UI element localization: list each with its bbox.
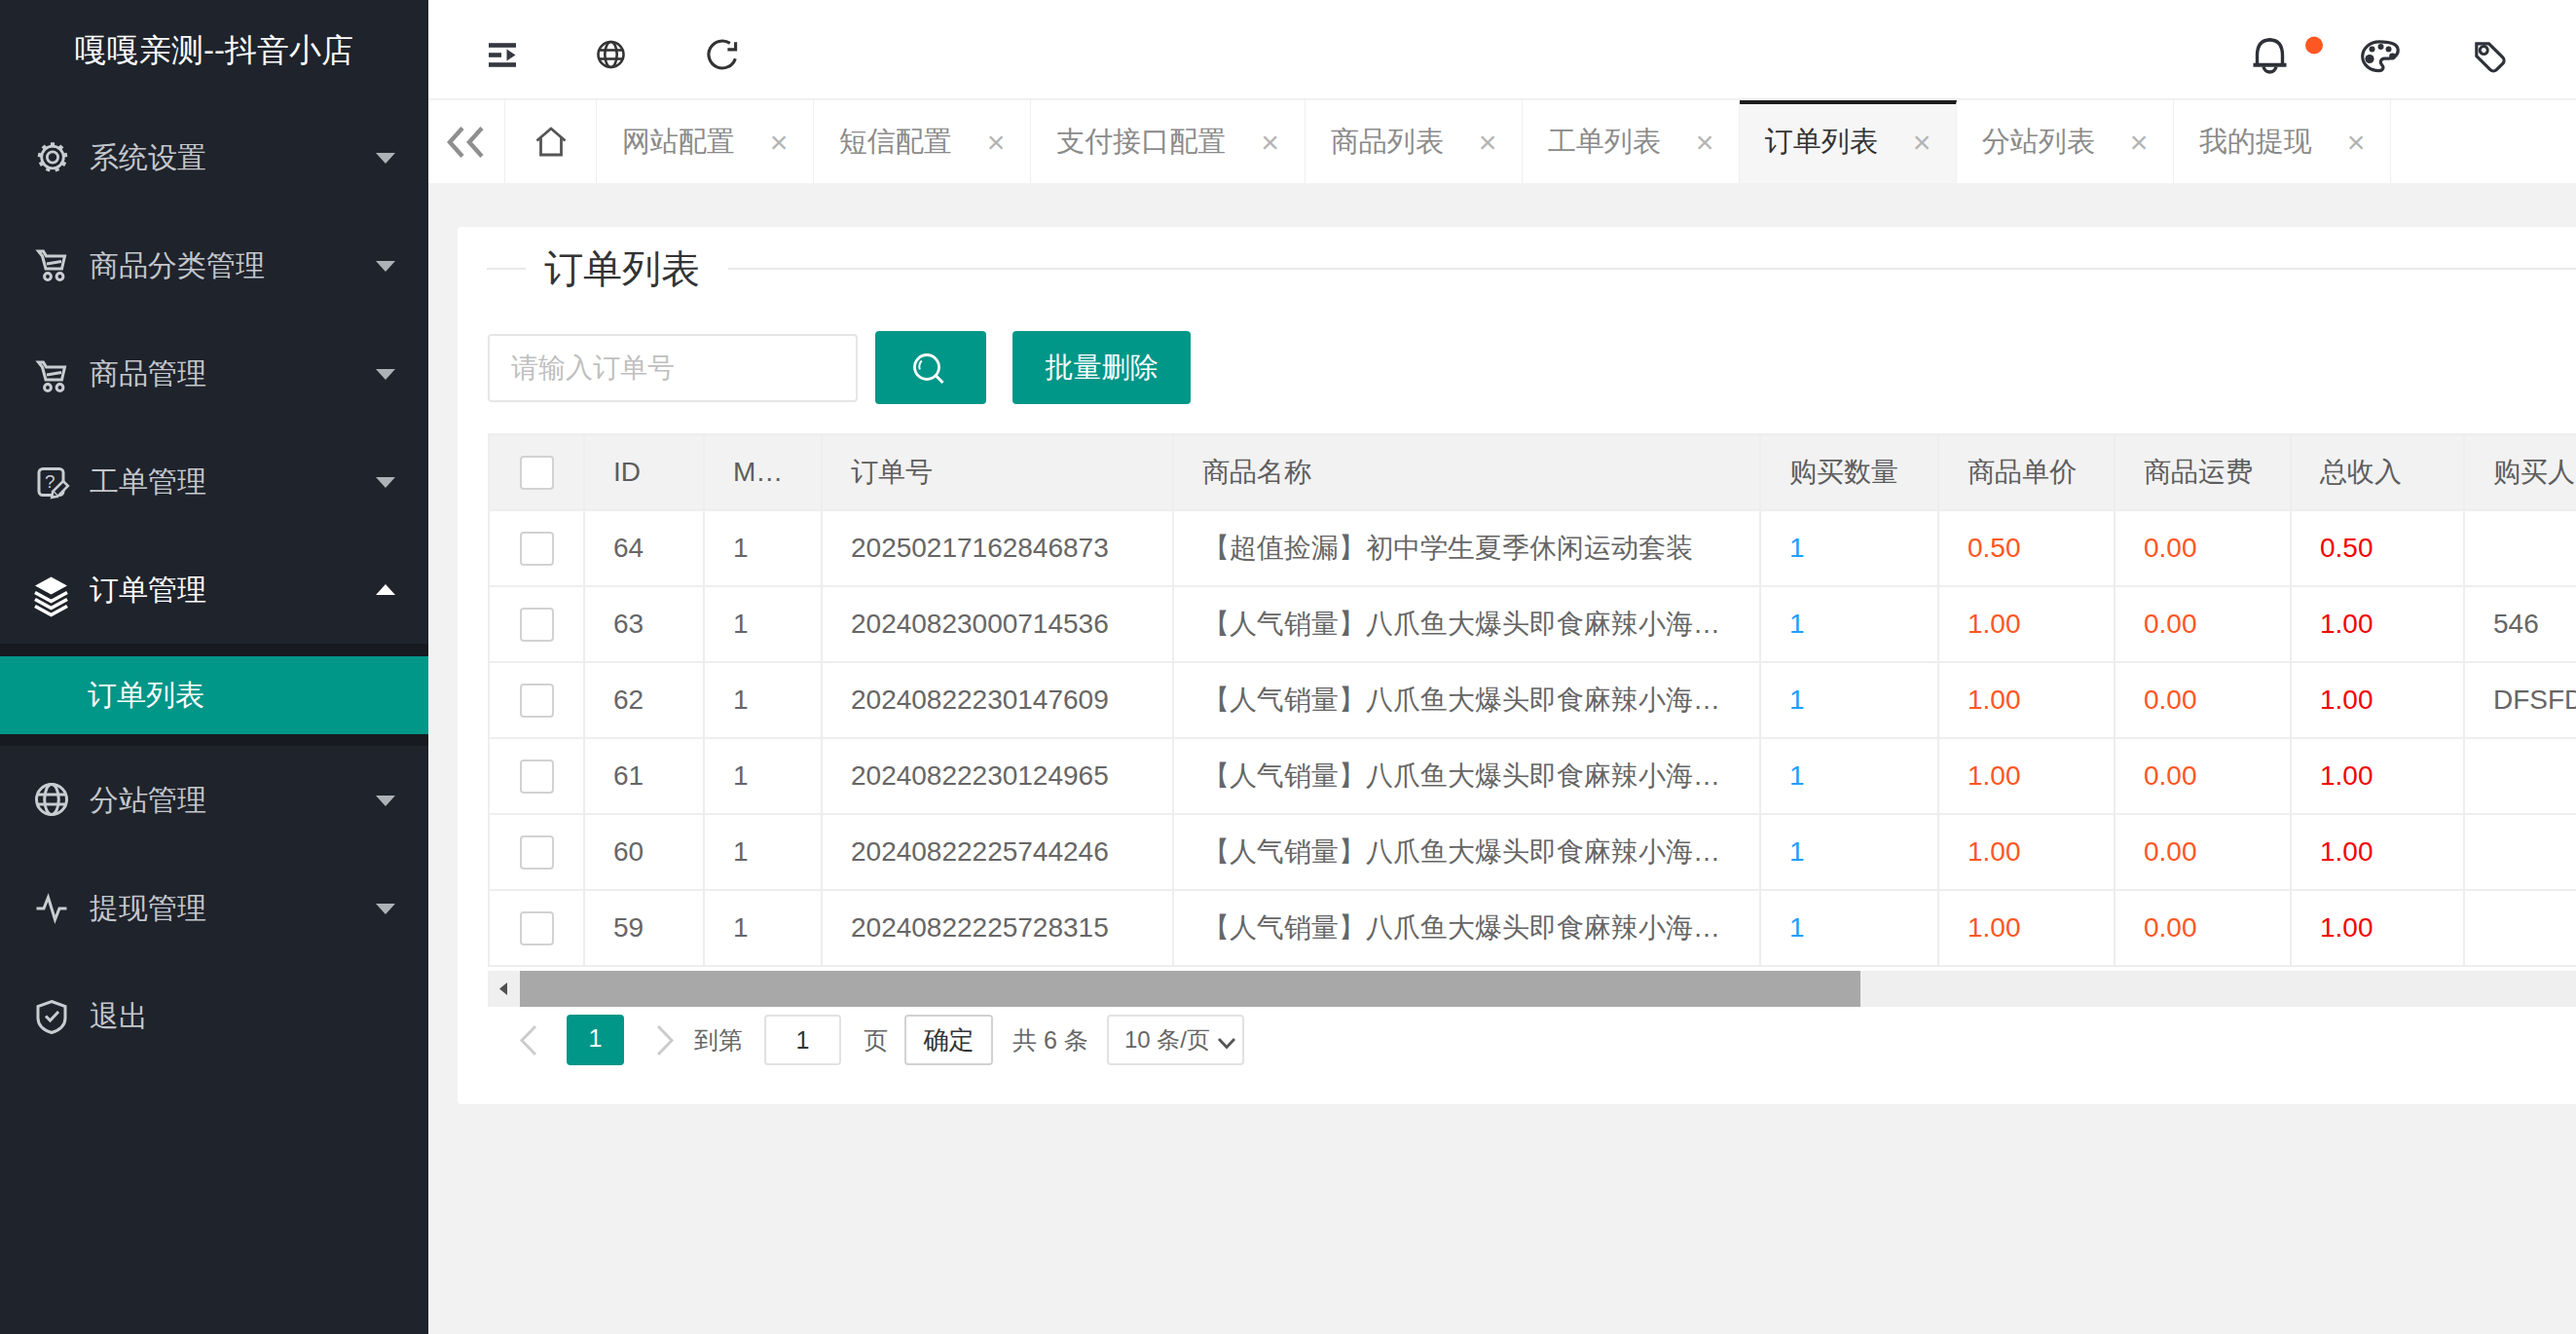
svg-text:?: ? <box>45 471 55 492</box>
